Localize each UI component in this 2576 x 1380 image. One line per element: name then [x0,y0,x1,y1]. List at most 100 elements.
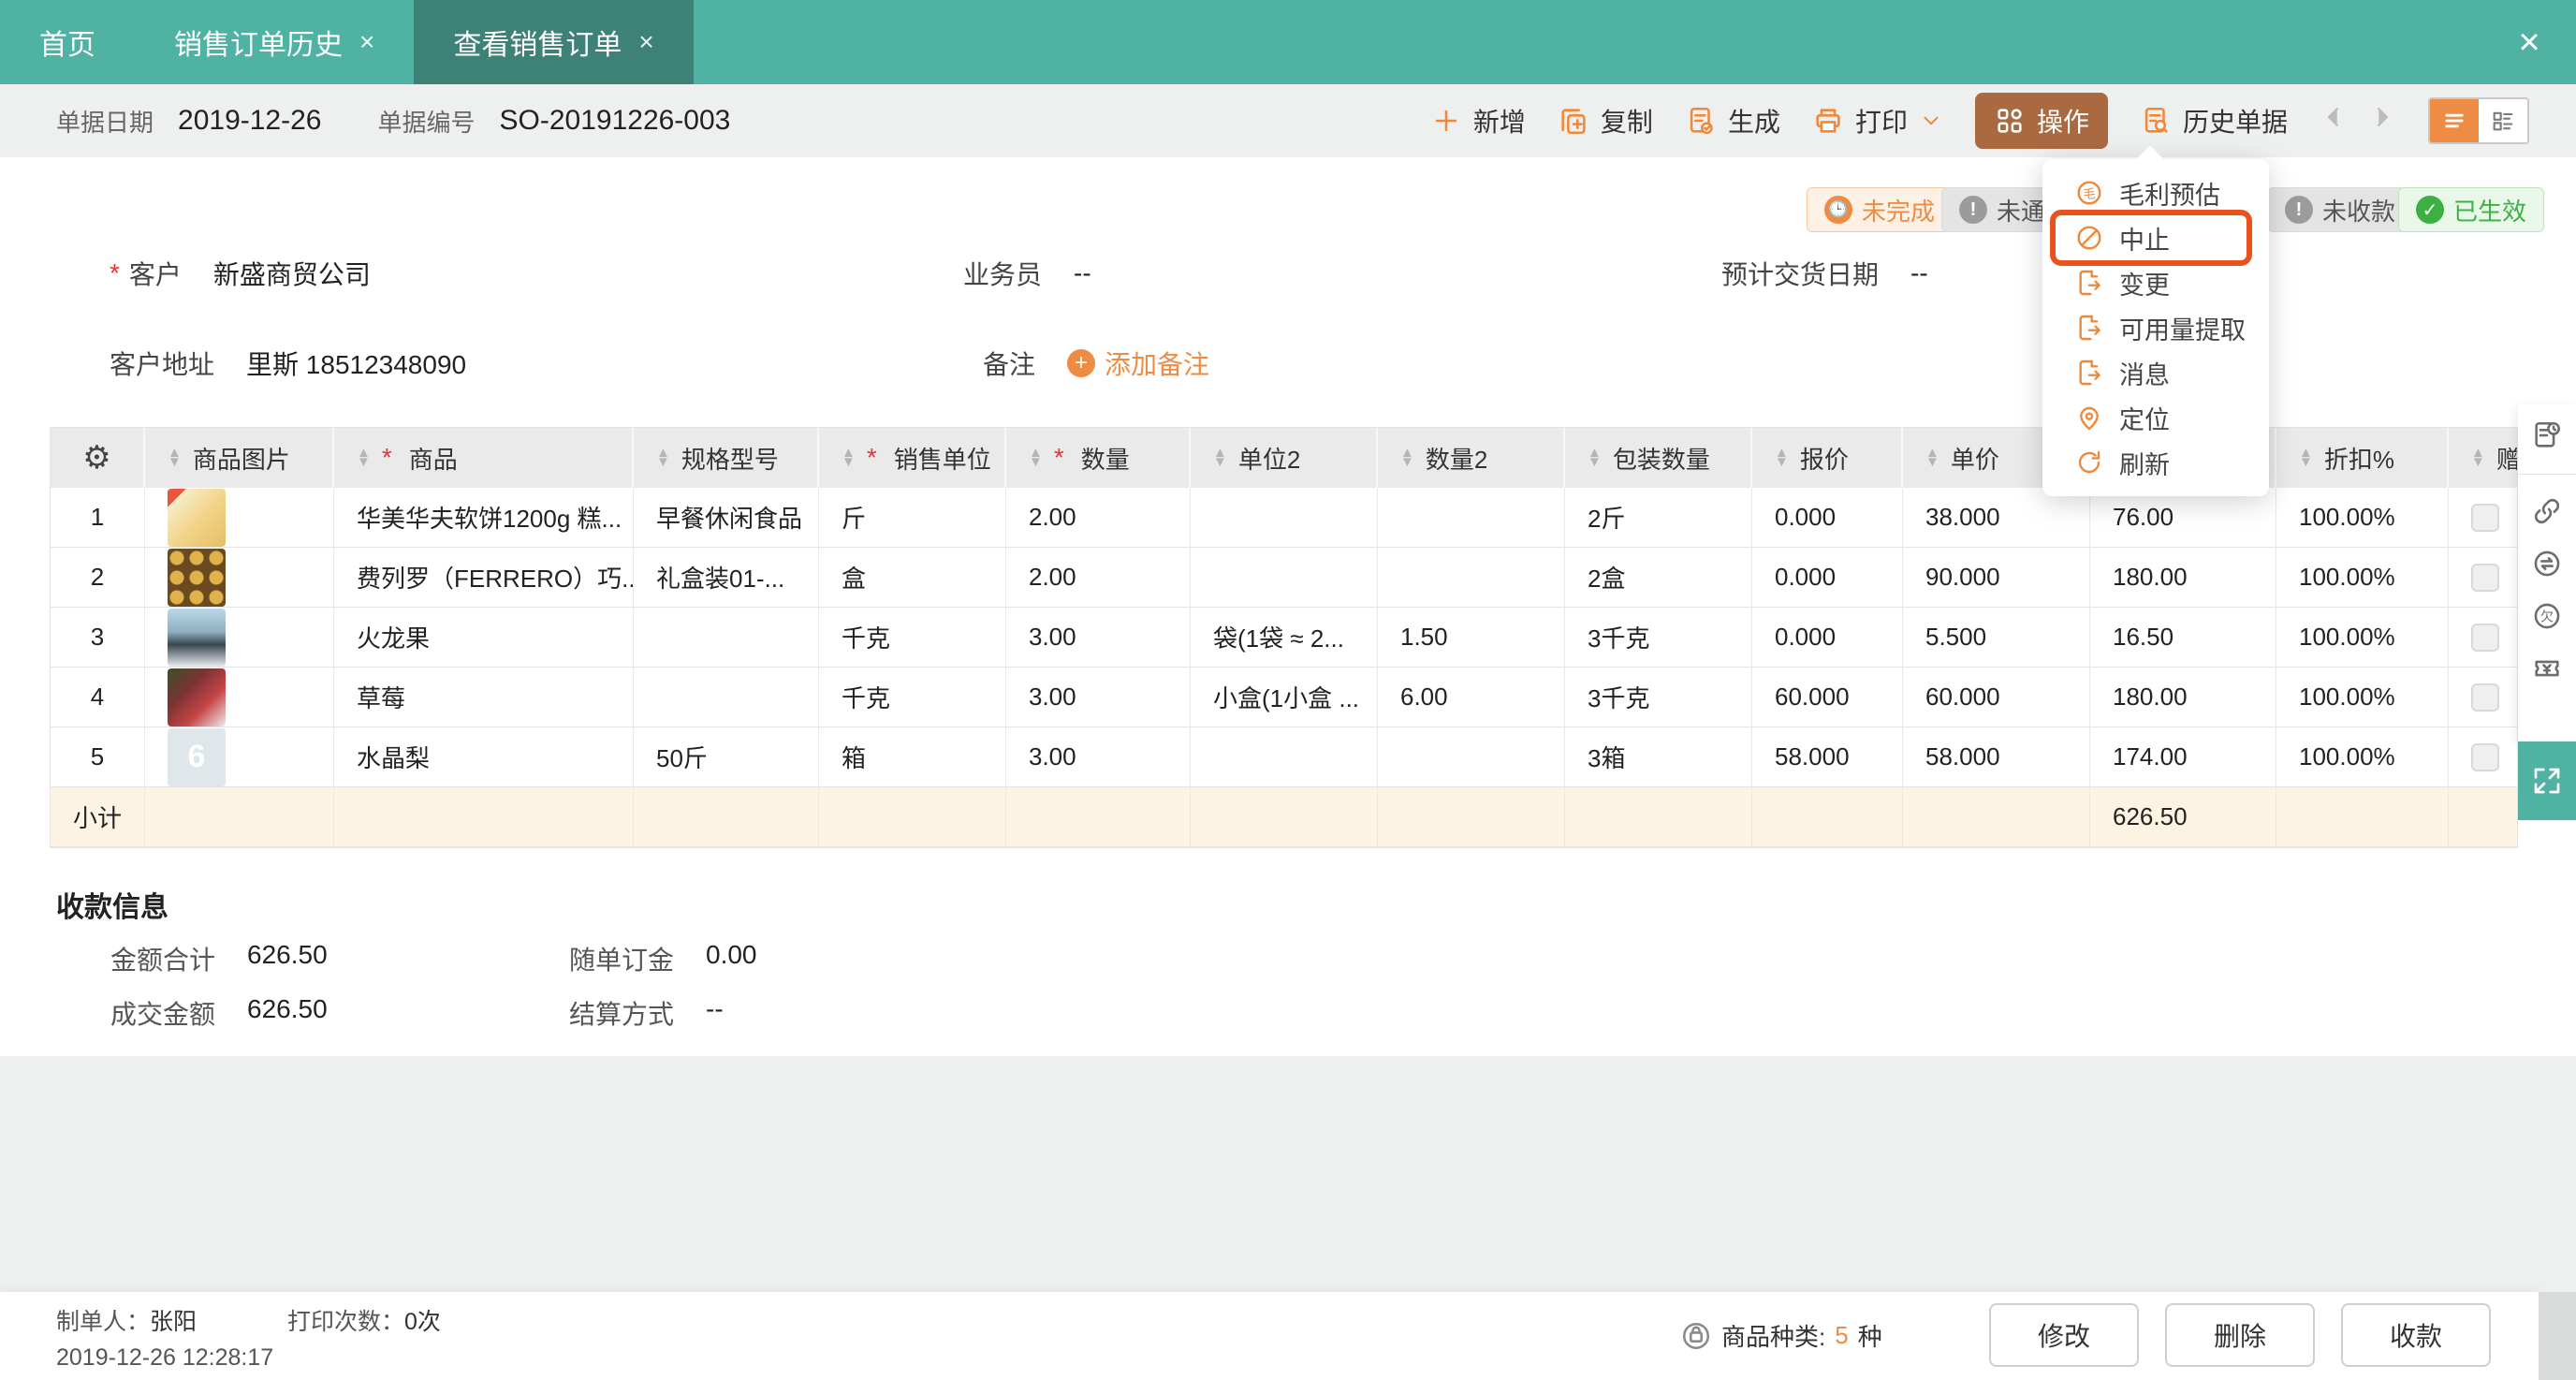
list-view-button[interactable] [2430,99,2479,142]
sort-arrows-icon[interactable]: ▲▼ [2299,446,2313,469]
deposit-value: 0.00 [706,940,757,969]
sort-arrows-icon[interactable]: ▲▼ [842,446,856,469]
column-header-规格型号[interactable]: ▲ ▼ 规格型号 [634,428,819,488]
next-record-icon[interactable] [2368,103,2396,139]
owe-icon[interactable]: 欠 [2531,600,2563,632]
kinds-unit: 种 [1857,1323,1882,1351]
column-header-商品图片[interactable]: ▲ ▼ 商品图片 [145,428,334,488]
menu-item-中止[interactable]: 中止 [2042,210,2269,266]
gift-cell [2449,727,2517,787]
gear-icon[interactable]: ⚙ [82,439,110,477]
close-icon[interactable]: × [2482,0,2576,84]
sort-arrows-icon[interactable]: ▲▼ [1588,446,1602,469]
menu-item-刷新[interactable]: 刷新 [2042,440,2269,485]
menu-item-定位[interactable]: 定位 [2042,395,2269,440]
link-icon[interactable] [2531,495,2563,527]
sort-arrows-icon[interactable]: ▲▼ [656,446,670,469]
product-image[interactable]: 6 [168,727,226,786]
product-image-cell [145,548,334,608]
salesman-value: -- [1074,258,1091,287]
modify-button[interactable]: 修改 [1989,1303,2139,1367]
product-image[interactable] [168,488,226,547]
add-button[interactable]: 新增 [1430,102,1526,139]
column-header-数量[interactable]: ▲ ▼ * 数量 [1006,428,1191,488]
operate-button[interactable]: 操作 [1974,93,2108,149]
sort-arrows-icon[interactable]: ▲▼ [1925,446,1939,469]
menu-item-可用量提取[interactable]: 可用量提取 [2042,305,2269,350]
unit-price: 58.000 [1903,727,2090,787]
menu-item-毛利预估[interactable]: 毛 毛利预估 [2042,170,2269,215]
required-asterisk: * [1053,443,1064,472]
amount: 180.00 [2090,548,2276,608]
column-header-单位2[interactable]: ▲ ▼ 单位2 [1191,428,1378,488]
delivery-date-field[interactable]: 预计交货日期 -- [1721,255,1928,292]
gift-checkbox[interactable] [2471,683,2499,712]
add-remark-button[interactable]: + 添加备注 [1067,345,1209,382]
sort-arrows-icon[interactable]: ▲▼ [168,446,182,469]
column-header-数量2[interactable]: ▲ ▼ 数量2 [1378,428,1565,488]
subtotal-empty-cell [1191,787,1378,847]
customer-field[interactable]: * 客户 新盛商贸公司 [110,255,371,292]
menu-item-消息[interactable]: 消息 [2042,350,2269,395]
prev-record-icon[interactable] [2320,103,2348,139]
receive-button[interactable]: 收款 [2341,1303,2491,1367]
product-image[interactable] [168,668,226,727]
spec-model: 早餐休闲食品 [634,488,819,548]
product-image[interactable] [168,548,226,607]
profit-icon: 毛 [2074,178,2104,208]
salesman-field[interactable]: 业务员 -- [963,255,1091,292]
gift-checkbox[interactable] [2471,623,2499,652]
card-view-button[interactable] [2479,99,2527,142]
gift-checkbox[interactable] [2471,563,2499,592]
column-header-折扣%[interactable]: ▲ ▼ 折扣% [2276,428,2449,488]
column-header-销售单位[interactable]: ▲ ▼ * 销售单位 [819,428,1006,488]
status-badge-label: 未完成 [1862,197,1936,226]
total-label: 金额合计 [110,946,215,975]
column-header-商品[interactable]: ▲ ▼ * 商品 [334,428,634,488]
expand-button[interactable] [2518,741,2576,820]
sort-arrows-icon[interactable]: ▲▼ [1213,446,1227,469]
generate-button[interactable]: 生成 [1685,102,1780,139]
doc-history-icon[interactable] [2531,419,2563,451]
tab-首页[interactable]: 首页 [0,0,135,84]
sort-arrows-icon[interactable]: ▲▼ [1400,446,1414,469]
chevron-down-icon[interactable] [1919,109,1943,133]
column-settings-cell[interactable]: ⚙ [51,428,145,488]
gift-checkbox[interactable] [2471,503,2499,532]
subtotal-empty-cell [1006,787,1191,847]
tab-查看销售订单[interactable]: 查看销售订单 × [414,0,694,84]
sort-arrows-icon[interactable]: ▲▼ [357,446,371,469]
tab-close-icon[interactable]: × [638,27,653,57]
status-badge-未完成: 🕒 未完成 [1807,187,1954,232]
unit-price: 5.500 [1903,608,2090,668]
sort-arrows-icon[interactable]: ▲▼ [1775,446,1789,469]
column-header-报价[interactable]: ▲ ▼ 报价 [1752,428,1903,488]
transfer-icon[interactable] [2531,548,2563,580]
menu-item-变更[interactable]: 变更 [2042,260,2269,305]
gift-checkbox[interactable] [2471,742,2499,771]
deal-label: 成交金额 [110,1000,215,1029]
copy-button[interactable]: 复制 [1558,102,1653,139]
column-header-包装数量[interactable]: ▲ ▼ 包装数量 [1565,428,1752,488]
tab-销售订单历史[interactable]: 销售订单历史 × [135,0,414,84]
product-image[interactable] [168,608,226,667]
column-header-label: 报价 [1799,445,1849,474]
gift-cell [2449,548,2517,608]
sort-arrows-icon[interactable]: ▲▼ [1029,446,1043,469]
history-button[interactable]: 历史单据 [2140,102,2288,139]
pack-quantity: 3箱 [1565,727,1752,787]
delete-button[interactable]: 删除 [2165,1303,2315,1367]
column-header-label: 数量2 [1425,445,1488,474]
sort-arrows-icon[interactable]: ▲▼ [2471,446,2485,469]
scrollbar-strip[interactable] [2539,1292,2576,1380]
excl-icon: ! [2285,196,2313,224]
tab-close-icon[interactable]: × [359,27,374,57]
status-badge-未收款: ! 未收款 [2267,187,2414,232]
subtotal-empty-cell [2276,787,2449,847]
money-ticket-icon[interactable] [2531,653,2563,684]
tab-label: 查看销售订单 [453,30,622,61]
print-button[interactable]: 打印 [1812,102,1943,139]
required-asterisk: * [866,443,877,472]
column-header-赠[interactable]: ▲▼ 赠 [2449,428,2517,488]
spec-model: 50斤 [634,727,819,787]
